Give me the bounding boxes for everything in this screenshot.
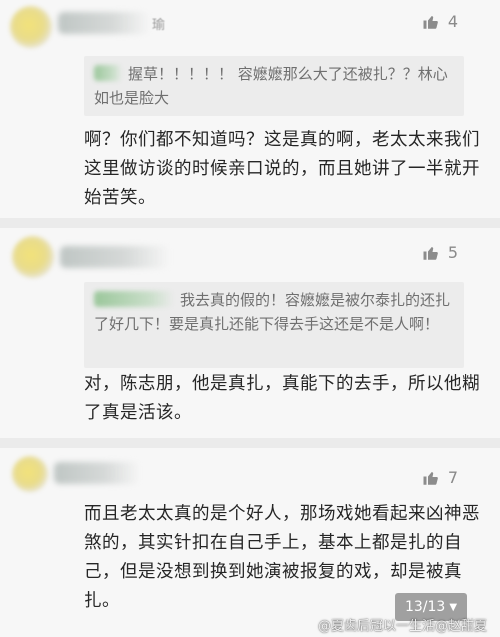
- username-trail: 瑜: [152, 18, 166, 33]
- like-count: 5: [447, 243, 458, 262]
- quoted-reply[interactable]: 握草！！！！！ 容嬷嬷那么大了还被扎？？林心如也是脸大: [84, 56, 464, 116]
- like-button[interactable]: 7: [422, 468, 458, 487]
- avatar[interactable]: [12, 456, 48, 492]
- watermark: @夏齿后冠以一生活@赵甜夏: [318, 619, 488, 634]
- avatar[interactable]: [10, 6, 52, 48]
- comment-text: 啊？你们都不知道吗？这是真的啊，老太太来我们这里做访谈的时候亲口说的，而且她讲了…: [84, 130, 480, 208]
- comment-card: 5 我去真的假的！容嬷嬷是被尔泰扎的还扎了好几下！要是真扎还能下得去手这还是不是…: [0, 228, 500, 438]
- like-button[interactable]: 4: [422, 12, 458, 31]
- page-indicator-label: 13/13: [404, 599, 446, 615]
- quote-text: 握草！！！！！ 容嬷嬷那么大了还被扎？？林心如也是脸大: [94, 65, 448, 107]
- thumbs-up-icon: [422, 13, 440, 31]
- divider: [0, 218, 500, 228]
- comment-text: 对，陈志朋，他是真扎，真能下的去手，所以他糊了真是活该。: [84, 374, 480, 423]
- username-redacted[interactable]: [60, 246, 170, 268]
- quoted-reply[interactable]: 我去真的假的！容嬷嬷是被尔泰扎的还扎了好几下！要是真扎还能下得去手这还是不是人啊…: [84, 282, 464, 368]
- triangle-down-icon: ▼: [449, 601, 458, 613]
- divider: [0, 438, 500, 448]
- username-redacted[interactable]: [54, 462, 140, 484]
- like-button[interactable]: 5: [422, 243, 458, 262]
- like-count: 4: [447, 12, 458, 31]
- quote-username-redacted: [94, 65, 122, 81]
- username-redacted[interactable]: [58, 12, 150, 34]
- avatar[interactable]: [12, 236, 54, 278]
- quote-username-redacted: [94, 291, 174, 307]
- comment-feed: 瑜 4 握草！！！！！ 容嬷嬷那么大了还被扎？？林心如也是脸大 啊？你们都不知道…: [0, 0, 500, 637]
- like-count: 7: [447, 468, 458, 487]
- thumbs-up-icon: [422, 244, 440, 262]
- comment-card: 瑜 4 握草！！！！！ 容嬷嬷那么大了还被扎？？林心如也是脸大 啊？你们都不知道…: [0, 0, 500, 218]
- thumbs-up-icon: [422, 469, 440, 487]
